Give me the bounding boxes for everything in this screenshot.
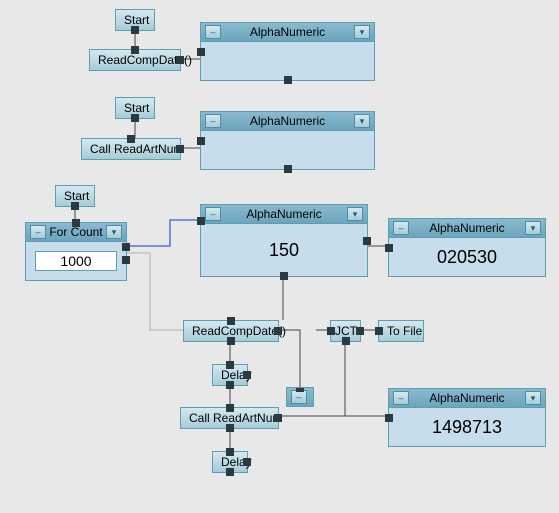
alphanumeric-panel-1[interactable]: – AlphaNumeric ▾ <box>200 22 375 81</box>
port <box>243 371 251 379</box>
port <box>280 272 288 280</box>
port <box>226 468 234 476</box>
port <box>342 337 350 345</box>
menu-icon[interactable]: ▾ <box>354 25 370 39</box>
minimize-icon[interactable]: – <box>291 390 307 404</box>
menu-icon[interactable]: ▾ <box>106 225 122 239</box>
port <box>226 424 234 432</box>
minimize-icon[interactable]: – <box>393 221 409 235</box>
panel-titlebar[interactable]: – AlphaNumeric ▾ <box>201 112 374 131</box>
port <box>356 327 364 335</box>
port <box>363 237 371 245</box>
port <box>72 219 80 227</box>
port <box>274 414 282 422</box>
collapsed-panel[interactable]: – <box>286 387 314 407</box>
block-label: To File <box>387 324 422 338</box>
panel-titlebar[interactable]: – AlphaNumeric ▾ <box>201 205 367 224</box>
port <box>284 165 292 173</box>
start-button-2[interactable]: Start <box>115 97 155 119</box>
panel-title: AlphaNumeric <box>221 207 347 221</box>
port <box>197 137 205 145</box>
start-label: Start <box>124 13 149 27</box>
panel-value: 1498713 <box>389 408 545 446</box>
jct-block[interactable]: JCT <box>330 320 361 342</box>
port <box>122 243 130 251</box>
minimize-icon[interactable]: – <box>205 25 221 39</box>
for-count-input[interactable] <box>35 251 117 271</box>
block-label: JCT <box>335 324 357 338</box>
delay-block-1[interactable]: Delay <box>212 364 248 386</box>
alphanumeric-panel-2[interactable]: – AlphaNumeric ▾ <box>200 111 375 170</box>
minimize-icon[interactable]: – <box>393 391 409 405</box>
panel-body <box>201 131 374 169</box>
block-label: Call ReadArtNum <box>189 411 282 425</box>
port <box>226 381 234 389</box>
alphanumeric-panel-4[interactable]: – AlphaNumeric ▾ 020530 <box>388 218 546 277</box>
port <box>122 256 130 264</box>
port <box>385 414 393 422</box>
panel-title: AlphaNumeric <box>409 391 525 405</box>
start-label: Start <box>64 189 89 203</box>
port <box>127 135 135 143</box>
panel-title: AlphaNumeric <box>409 221 525 235</box>
menu-icon[interactable]: ▾ <box>347 207 363 221</box>
port <box>197 48 205 56</box>
panel-title: AlphaNumeric <box>221 25 354 39</box>
minimize-icon[interactable]: – <box>205 207 221 221</box>
alphanumeric-panel-5[interactable]: – AlphaNumeric ▾ 1498713 <box>388 388 546 447</box>
port <box>226 404 234 412</box>
menu-icon[interactable]: ▾ <box>354 114 370 128</box>
panel-titlebar[interactable]: – AlphaNumeric ▾ <box>389 219 545 238</box>
delay-block-2[interactable]: Delay <box>212 451 248 473</box>
panel-value: 020530 <box>389 238 545 276</box>
start-button-3[interactable]: Start <box>55 185 95 207</box>
panel-body <box>26 242 126 280</box>
port <box>176 56 184 64</box>
port <box>71 202 79 210</box>
port <box>176 145 184 153</box>
port <box>327 327 335 335</box>
port <box>284 76 292 84</box>
port <box>296 387 304 392</box>
call-readartnum-block-2[interactable]: Call ReadArtNum <box>180 407 279 429</box>
port <box>131 26 139 34</box>
port <box>226 361 234 369</box>
port <box>197 217 205 225</box>
panel-titlebar[interactable]: – AlphaNumeric ▾ <box>389 389 545 408</box>
menu-icon[interactable]: ▾ <box>525 391 541 405</box>
port <box>274 327 282 335</box>
port <box>227 337 235 345</box>
minimize-icon[interactable]: – <box>30 225 46 239</box>
readcompdate-block-1[interactable]: ReadCompDate() <box>89 49 181 71</box>
call-readartnum-block-1[interactable]: Call ReadArtNum <box>81 138 181 160</box>
panel-title: AlphaNumeric <box>221 114 354 128</box>
alphanumeric-panel-3[interactable]: – AlphaNumeric ▾ 150 <box>200 204 368 277</box>
port <box>131 46 139 54</box>
for-count-panel[interactable]: – For Count ▾ <box>25 222 127 281</box>
panel-body <box>201 42 374 80</box>
readcompdate-block-2[interactable]: ReadCompDate() <box>183 320 279 342</box>
panel-titlebar[interactable]: – AlphaNumeric ▾ <box>201 23 374 42</box>
menu-icon[interactable]: ▾ <box>525 221 541 235</box>
panel-title: For Count <box>46 225 106 239</box>
start-button-1[interactable]: Start <box>115 9 155 31</box>
block-label: Call ReadArtNum <box>90 142 183 156</box>
port <box>243 458 251 466</box>
to-file-block[interactable]: To File <box>378 320 424 342</box>
port <box>131 114 139 122</box>
block-label: ReadCompDate() <box>192 324 286 338</box>
minimize-icon[interactable]: – <box>205 114 221 128</box>
port <box>385 244 393 252</box>
start-label: Start <box>124 101 149 115</box>
port <box>227 317 235 325</box>
port <box>226 448 234 456</box>
port <box>375 327 383 335</box>
panel-value: 150 <box>201 224 367 276</box>
